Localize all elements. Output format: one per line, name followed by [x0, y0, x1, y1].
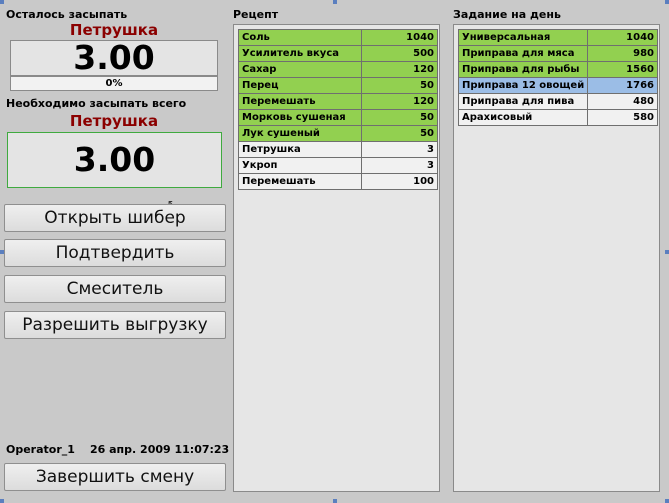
remaining-item-name: Петрушка	[69, 21, 159, 39]
current-datetime: 26 апр. 2009 11:07:23	[90, 443, 230, 456]
corner-marker	[665, 0, 669, 4]
task-row[interactable]: Приправа для мяса 980	[457, 45, 658, 62]
recipe-row[interactable]: Усилитель вкуса 500	[238, 45, 438, 62]
recipe-row-value: 100	[361, 173, 438, 190]
total-value: 3.00	[73, 140, 156, 179]
recipe-row[interactable]: Лук сушеный 50	[238, 125, 438, 142]
recipe-row-value: 3	[361, 141, 438, 158]
recipe-table: Соль 1040 Усилитель вкуса 500 Сахар 120 Перец 5…	[238, 29, 438, 190]
task-row[interactable]: Приправа 12 овощей 1766	[457, 77, 658, 94]
task-row[interactable]: Арахисовый 580	[457, 109, 658, 126]
total-label: Необходимо засыпать всего	[6, 97, 187, 110]
recipe-row-value: 50	[361, 125, 438, 142]
corner-marker	[665, 499, 669, 503]
task-row[interactable]: Универсальная 1040	[457, 29, 658, 46]
recipe-row-name: Соль	[238, 29, 362, 46]
recipe-title: Рецепт	[233, 8, 279, 21]
recipe-row-value: 500	[361, 45, 438, 62]
corner-marker	[333, 0, 337, 4]
task-row-name: Приправа для мяса	[457, 45, 589, 62]
task-row-value: 980	[587, 45, 658, 62]
task-row[interactable]: Приправа для пива 480	[457, 93, 658, 110]
recipe-row-name: Усилитель вкуса	[238, 45, 362, 62]
recipe-row[interactable]: Соль 1040	[238, 29, 438, 46]
recipe-row-name: Укроп	[238, 157, 362, 174]
task-row-value: 480	[587, 93, 658, 110]
task-row-name: Универсальная	[457, 29, 589, 46]
recipe-row[interactable]: Перец 50	[238, 77, 438, 94]
recipe-row-name: Перемешать	[238, 93, 362, 110]
task-panel: Универсальная 1040 Приправа для мяса 980 При…	[453, 24, 660, 492]
progress-bar: 0%	[10, 76, 218, 91]
task-row-name: Арахисовый	[457, 109, 589, 126]
task-row-value: 580	[587, 109, 658, 126]
recipe-row[interactable]: Морковь сушеная 50	[238, 109, 438, 126]
mixer-button[interactable]: Смеситель	[4, 275, 226, 303]
task-row-value: 1560	[587, 61, 658, 78]
recipe-row-name: Перемешать	[238, 173, 362, 190]
corner-marker	[333, 499, 337, 503]
task-row-name: Приправа для рыбы	[457, 61, 589, 78]
recipe-row-value: 1040	[361, 29, 438, 46]
remaining-label: Осталось засыпать	[6, 8, 128, 21]
recipe-row-name: Лук сушеный	[238, 125, 362, 142]
task-row-name: Приправа 12 овощей	[457, 77, 589, 94]
task-row[interactable]: Приправа для рыбы 1560	[457, 61, 658, 78]
task-table: Универсальная 1040 Приправа для мяса 980 При…	[457, 29, 658, 126]
total-item-name: Петрушка	[69, 112, 159, 130]
recipe-row-value: 50	[361, 109, 438, 126]
recipe-row-name: Перец	[238, 77, 362, 94]
remaining-value: 3.00	[73, 38, 155, 77]
task-title: Задание на день	[453, 8, 561, 21]
recipe-row-value: 120	[361, 61, 438, 78]
recipe-row[interactable]: Сахар 120	[238, 61, 438, 78]
recipe-row-value: 3	[361, 157, 438, 174]
recipe-panel: Соль 1040 Усилитель вкуса 500 Сахар 120 Перец 5…	[233, 24, 440, 492]
recipe-row[interactable]: Перемешать 120	[238, 93, 438, 110]
open-gate-button[interactable]: Открыть шибер	[4, 204, 226, 232]
recipe-row-name: Морковь сушеная	[238, 109, 362, 126]
recipe-row[interactable]: Перемешать 100	[238, 173, 438, 190]
recipe-row-value: 120	[361, 93, 438, 110]
allow-unload-button[interactable]: Разрешить выгрузку	[4, 311, 226, 339]
confirm-button[interactable]: Подтвердить	[4, 239, 226, 267]
recipe-row-name: Петрушка	[238, 141, 362, 158]
task-row-name: Приправа для пива	[457, 93, 589, 110]
progress-percent: 0%	[105, 78, 123, 89]
total-value-box: 3.00	[7, 132, 222, 188]
task-row-value: 1766	[587, 77, 658, 94]
recipe-row[interactable]: Петрушка 3	[238, 141, 438, 158]
corner-marker	[665, 250, 669, 254]
operator-name: Operator_1	[6, 443, 75, 456]
recipe-row-value: 50	[361, 77, 438, 94]
recipe-row[interactable]: Укроп 3	[238, 157, 438, 174]
corner-marker	[0, 499, 4, 503]
corner-marker	[0, 0, 4, 4]
end-shift-button[interactable]: Завершить смену	[4, 463, 226, 491]
recipe-row-name: Сахар	[238, 61, 362, 78]
task-row-value: 1040	[587, 29, 658, 46]
remaining-value-box: 3.00	[10, 40, 218, 76]
